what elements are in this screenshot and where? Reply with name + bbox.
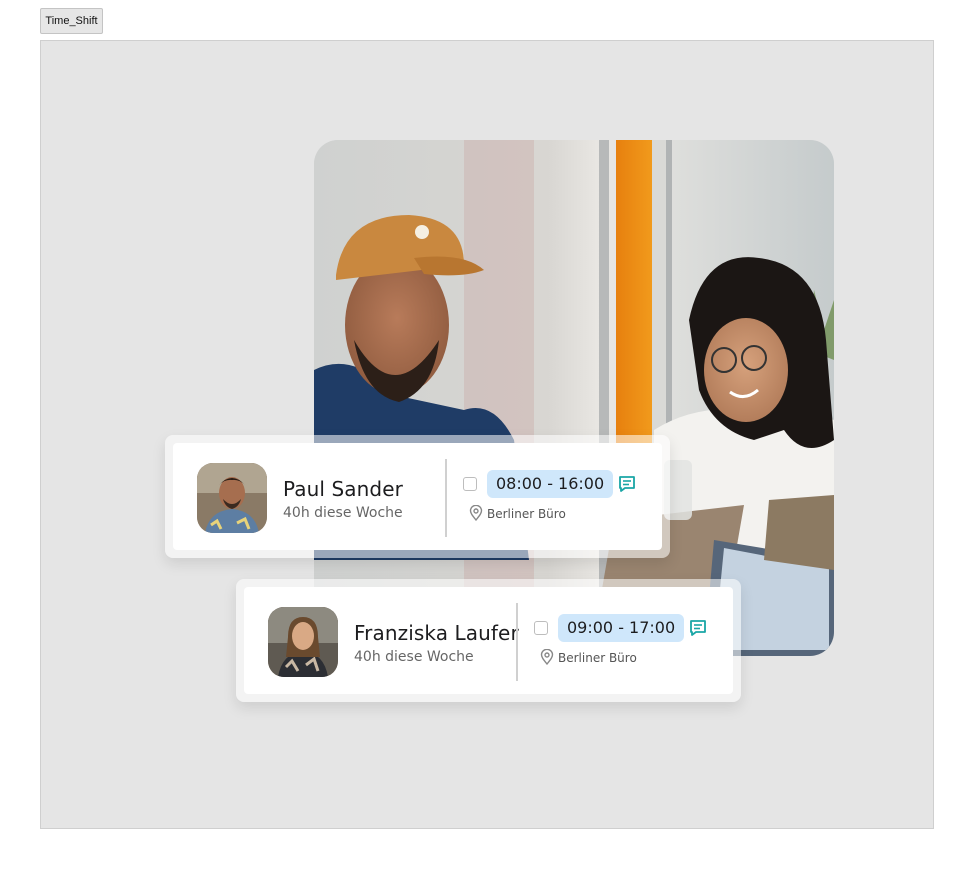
weekly-hours: 40h diese Woche (283, 505, 403, 521)
shift-time-badge[interactable]: 09:00 - 17:00 (558, 614, 685, 642)
shift-time-badge[interactable]: 08:00 - 16:00 (487, 470, 614, 498)
avatar (268, 607, 338, 677)
shift-card-inner: Franziska Laufer 40h diese Woche 09:00 -… (244, 587, 733, 694)
chat-bubble-icon[interactable] (688, 618, 708, 638)
card-divider (516, 603, 518, 681)
shift-location: Berliner Büro (558, 651, 637, 665)
time-shift-tab[interactable]: Time_Shift (40, 8, 103, 34)
employee-name: Paul Sander (283, 477, 403, 501)
shift-card: Paul Sander 40h diese Woche 08:00 - 16:0… (165, 435, 670, 558)
map-pin-icon (540, 649, 554, 665)
shift-checkbox[interactable] (534, 621, 548, 635)
avatar (197, 463, 267, 533)
shift-location: Berliner Büro (487, 507, 566, 521)
shift-card-inner: Paul Sander 40h diese Woche 08:00 - 16:0… (173, 443, 662, 550)
shift-card: Franziska Laufer 40h diese Woche 09:00 -… (236, 579, 741, 702)
map-pin-icon (469, 505, 483, 521)
card-divider (445, 459, 447, 537)
preview-stage: Paul Sander 40h diese Woche 08:00 - 16:0… (40, 40, 934, 829)
chat-bubble-icon[interactable] (617, 474, 637, 494)
employee-name: Franziska Laufer (354, 621, 519, 645)
weekly-hours: 40h diese Woche (354, 649, 474, 665)
shift-checkbox[interactable] (463, 477, 477, 491)
